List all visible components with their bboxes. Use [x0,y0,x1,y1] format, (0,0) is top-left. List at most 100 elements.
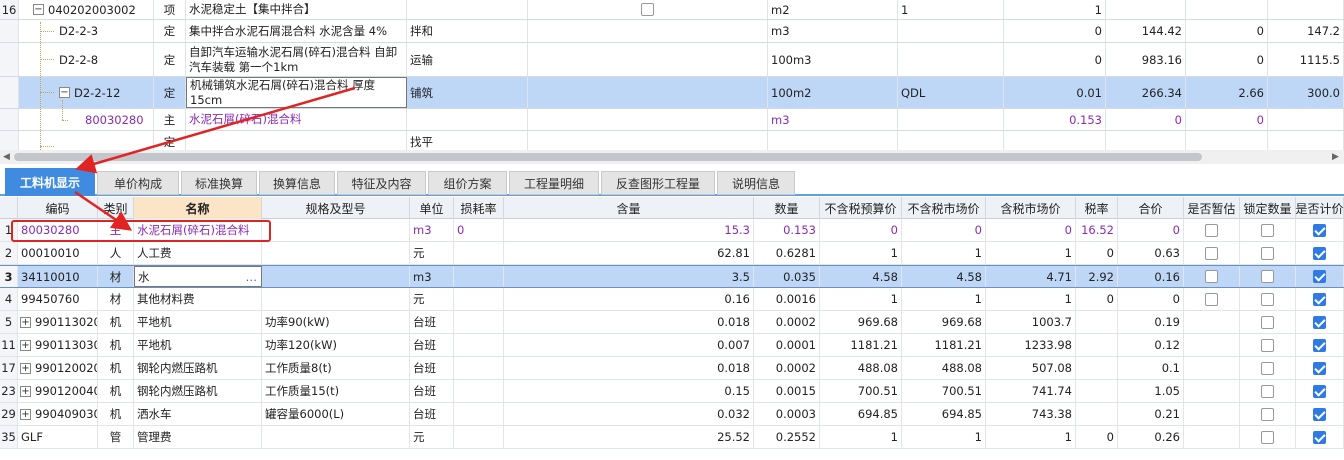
lock-checkbox[interactable] [1261,223,1274,237]
est-checkbox[interactable] [1205,292,1218,306]
content-cell: 25.52 [504,426,754,448]
est-checkbox[interactable] [1205,270,1218,283]
code-text: GLF [21,430,43,444]
calc-checkbox[interactable] [1313,338,1326,352]
table-row[interactable]: 17 +990120020 机钢轮内燃压路机 工作质量8(t) 台班 0.018 0.000… [0,357,1344,380]
header-lock[interactable]: 锁定数量 [1240,197,1296,219]
p3-cell: 4.71 [986,266,1076,287]
collapse-icon[interactable]: − [59,87,70,98]
cat-cell: 机 [98,311,134,333]
header-code[interactable]: 编码 [18,197,98,219]
more-icon[interactable]: … [246,270,259,284]
upper-c12-cell [1186,0,1268,19]
lock-checkbox[interactable] [1261,361,1274,375]
tab-4[interactable]: 换算信息 [259,171,335,195]
lock-checkbox[interactable] [1261,315,1274,329]
qty-cell: 0.6281 [754,242,820,264]
total-cell: 0.12 [1118,334,1184,356]
header-calc[interactable]: 是否计价 [1296,197,1344,219]
calc-checkbox[interactable] [1313,292,1326,306]
expand-icon[interactable]: + [20,362,31,374]
header-p3[interactable]: 含税市场价 [986,197,1076,219]
table-row[interactable]: 23 +990120040 机钢轮内燃压路机 工作质量15(t) 台班 0.15 0.001… [0,380,1344,403]
lock-checkbox[interactable] [1261,407,1274,421]
lock-checkbox[interactable] [1261,270,1274,283]
est-cell [1184,357,1240,379]
header-total[interactable]: 合价 [1118,197,1184,219]
tab-9[interactable]: 说明信息 [717,171,795,195]
unit-cell: 元 [410,426,454,448]
spec-cell [262,242,410,264]
p2-cell: 700.51 [902,380,986,402]
loss-cell [454,266,504,287]
calc-checkbox[interactable] [1313,270,1326,283]
upper-row[interactable]: D2-2-3 定集中拌合水泥石屑混合料 水泥含量 4% 拌和 m3 0 144.42 0 14… [0,20,1344,43]
header-cat[interactable]: 类别 [98,197,134,219]
upper-row[interactable]: 16−040202003002 项水泥稳定土【集中拌合】 m2 1 1 [0,0,1344,20]
horizontal-scrollbar[interactable]: ◀ ▶ [0,150,1344,164]
table-row[interactable]: 11 +990113030 机平地机 功率120(kW) 台班 0.007 0.0001 11… [0,334,1344,357]
calc-checkbox[interactable] [1313,384,1326,398]
expand-icon[interactable]: + [20,408,31,420]
header-spec[interactable]: 规格及型号 [262,197,410,219]
upper-row[interactable]: 80030280 主水泥石屑(碎石)混合料 m3 0.153 0 0 [0,109,1344,131]
upper-checkbox[interactable] [641,3,654,16]
header-qty[interactable]: 数量 [754,197,820,219]
lock-checkbox[interactable] [1261,430,1274,444]
upper-rownum-cell [0,43,19,76]
upper-row[interactable]: D2-2-8 定自卸汽车运输水泥石屑(碎石)混合料 自卸汽车装载 第一个1km 运输… [0,43,1344,77]
upper-rownum-cell [0,131,19,150]
spec-cell [262,426,410,448]
tab-5[interactable]: 特征及内容 [337,171,426,195]
header-p1[interactable]: 不含税预算价 [820,197,902,219]
code-cell: 34110010 [18,266,98,287]
scrollbar-thumb[interactable] [14,153,1202,161]
expand-icon[interactable]: + [20,339,31,351]
header-name[interactable]: 名称 [134,197,262,219]
calc-checkbox[interactable] [1313,407,1326,421]
scroll-left-icon[interactable]: ◀ [3,152,10,162]
calc-checkbox[interactable] [1313,223,1326,237]
table-row[interactable]: 29 +990409030 机洒水车 罐容量6000(L) 台班 0.032 0.0003 6… [0,403,1344,426]
loss-cell [454,311,504,333]
header-tax[interactable]: 税率 [1076,197,1118,219]
header-loss[interactable]: 损耗率 [454,197,504,219]
lock-checkbox[interactable] [1261,292,1274,306]
table-row[interactable]: 35 GLF 管管理费元 25.52 0.2552 1 1 1 0 0.26 [0,426,1344,449]
calc-checkbox[interactable] [1313,430,1326,444]
tab-1[interactable]: 工料机显示 [5,168,95,196]
rownum-cell: 23 [0,380,18,402]
collapse-icon[interactable]: − [33,4,44,15]
name-cell[interactable]: 水… [134,266,262,287]
tab-8[interactable]: 反查图形工程量 [601,171,715,195]
tab-2[interactable]: 单价构成 [97,171,179,195]
lock-cell [1240,219,1296,241]
scroll-right-icon[interactable]: ▶ [1332,152,1339,162]
lock-checkbox[interactable] [1261,384,1274,398]
lock-cell [1240,266,1296,287]
table-row[interactable]: 3 34110010 材水… m3 3.5 0.035 4.58 4.58 4.71 2.92 0.… [0,265,1344,288]
table-row[interactable]: 4 99450760 材其他材料费元 0.16 0.0016 1 1 1 0 0 [0,288,1344,311]
calc-checkbox[interactable] [1313,246,1326,260]
table-row[interactable]: 5 +990113020 机平地机 功率90(kW) 台班 0.018 0.0002 969.… [0,311,1344,334]
tab-7[interactable]: 工程量明细 [509,171,599,195]
tab-6[interactable]: 组价方案 [428,171,507,195]
est-checkbox[interactable] [1205,223,1218,237]
calc-checkbox[interactable] [1313,315,1326,329]
upper-row[interactable]: 定 找平 [0,131,1344,150]
lock-checkbox[interactable] [1261,338,1274,352]
calc-checkbox[interactable] [1313,361,1326,375]
expand-icon[interactable]: + [20,316,31,328]
header-unit[interactable]: 单位 [410,197,454,219]
upper-row[interactable]: − D2-2-12 定机械铺筑水泥石屑(碎石)混合料 厚度 15cm 铺筑 100m2 Q… [0,77,1344,109]
expand-icon[interactable]: + [20,385,31,397]
total-cell: 0.19 [1118,311,1184,333]
header-est[interactable]: 是否暂估 [1184,197,1240,219]
tab-3[interactable]: 标准换算 [181,171,257,195]
table-row[interactable]: 2 00010010 人人工费元 62.81 0.6281 1 1 1 0 0.63 [0,242,1344,265]
header-p2[interactable]: 不含税市场价 [902,197,986,219]
est-checkbox[interactable] [1205,246,1218,260]
header-content[interactable]: 含量 [504,197,754,219]
upper-c12-cell [1186,131,1268,150]
lock-checkbox[interactable] [1261,246,1274,260]
